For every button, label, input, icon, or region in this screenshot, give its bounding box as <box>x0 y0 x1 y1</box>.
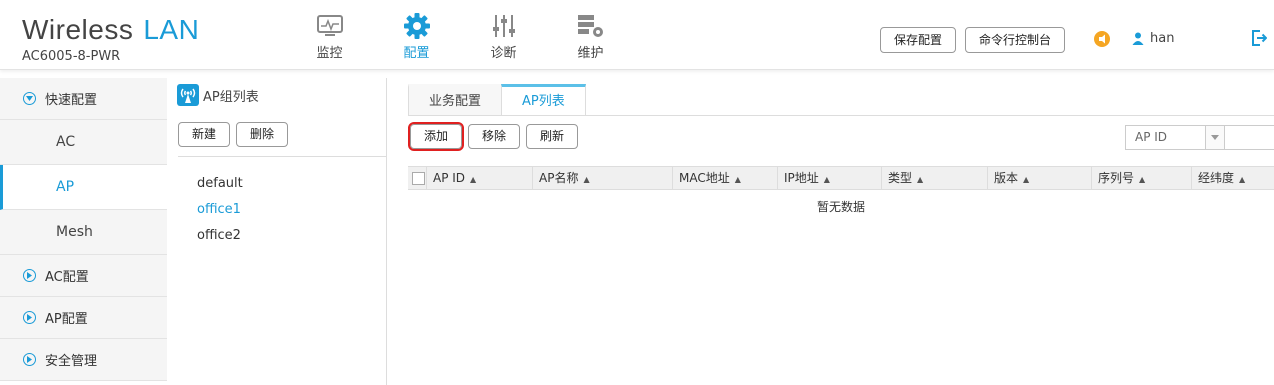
sort-up-icon: ▲ <box>470 175 477 184</box>
cli-console-button[interactable]: 命令行控制台 <box>965 27 1066 53</box>
sort-up-icon: ▲ <box>917 175 924 184</box>
nav-config-label: 配置 <box>403 46 430 61</box>
app-title: Wireless LAN <box>22 14 199 46</box>
app-title-accent: LAN <box>143 14 200 45</box>
user-menu[interactable]: han <box>1132 31 1174 46</box>
column-type[interactable]: 类型 ▲ <box>881 167 987 189</box>
table-header: AP ID ▲ AP名称 ▲ MAC地址 ▲ IP地址 ▲ 类型 ▲ 版本 ▲ 序列号 ▲ 经… <box>408 166 1274 190</box>
nav-monitor-label: 监控 <box>316 46 343 61</box>
sort-up-icon: ▲ <box>1139 175 1146 184</box>
sort-up-icon: ▲ <box>1239 175 1246 184</box>
sidebar-item-ap[interactable]: AP <box>0 165 167 210</box>
ap-group-header: AP组列表 <box>177 84 259 106</box>
sidebar-security[interactable]: 安全管理 <box>0 339 167 381</box>
sort-up-icon: ▲ <box>583 175 590 184</box>
sidebar-item-mesh[interactable]: Mesh <box>0 210 167 255</box>
notification-icon[interactable] <box>1094 31 1110 47</box>
brand: Wireless LAN AC6005-8-PWR <box>22 14 199 64</box>
user-icon <box>1132 32 1144 45</box>
tab-service-config[interactable]: 业务配置 <box>408 84 503 115</box>
tab-bar: 业务配置 AP列表 <box>408 84 586 115</box>
sort-up-icon: ▲ <box>1023 175 1030 184</box>
column-ip[interactable]: IP地址 ▲ <box>777 167 881 189</box>
sidebar-security-label: 安全管理 <box>45 354 98 369</box>
chevron-down-icon <box>23 92 36 105</box>
filter-field-select[interactable]: AP ID <box>1125 125 1205 150</box>
gear-icon <box>373 12 460 40</box>
refresh-button[interactable]: 刷新 <box>526 124 579 149</box>
sort-up-icon: ▲ <box>823 175 830 184</box>
nav-monitor[interactable]: 监控 <box>286 12 373 61</box>
column-serial-label: 序列号 <box>1098 171 1135 185</box>
nav-diagnose-label: 诊断 <box>490 46 517 61</box>
column-type-label: 类型 <box>888 171 913 185</box>
main-content: 业务配置 AP列表 添加 移除 刷新 AP ID AP ID ▲ AP名称 ▲ MA… <box>388 78 1274 385</box>
column-ap-id-label: AP ID <box>433 171 466 185</box>
left-sidebar: 快速配置 AC AP Mesh AC配置 AP配置 安全管理 <box>0 78 167 385</box>
column-version-label: 版本 <box>994 171 1019 185</box>
nav-maintain-label: 维护 <box>577 46 604 61</box>
sidebar-ap-config[interactable]: AP配置 <box>0 297 167 339</box>
chevron-right-icon <box>23 311 36 324</box>
column-coordinates-label: 经纬度 <box>1198 171 1235 185</box>
column-mac[interactable]: MAC地址 ▲ <box>672 167 777 189</box>
chevron-down-icon[interactable] <box>1205 125 1225 150</box>
select-all-checkbox[interactable] <box>412 172 425 185</box>
column-ap-name[interactable]: AP名称 ▲ <box>532 167 672 189</box>
device-model: AC6005-8-PWR <box>22 49 121 64</box>
divider <box>408 115 1274 116</box>
sidebar-quick-config-label: 快速配置 <box>45 93 98 108</box>
chevron-right-icon <box>23 353 36 366</box>
remove-ap-button[interactable]: 移除 <box>468 124 521 149</box>
ap-list-toolbar: 添加 移除 刷新 <box>407 122 579 151</box>
monitor-icon <box>286 12 373 40</box>
wireless-ap-icon <box>177 84 199 106</box>
ap-group-title: AP组列表 <box>203 89 259 105</box>
group-item-office2[interactable]: office2 <box>197 226 243 252</box>
sidebar-ac-config[interactable]: AC配置 <box>0 255 167 297</box>
save-config-button[interactable]: 保存配置 <box>880 27 957 53</box>
server-gear-icon <box>547 12 634 40</box>
ap-group-list: default office1 office2 <box>197 174 243 252</box>
sidebar-ac-config-label: AC配置 <box>45 270 89 285</box>
column-mac-label: MAC地址 <box>679 171 730 185</box>
empty-table-message: 暂无数据 <box>816 200 865 214</box>
tab-ap-list[interactable]: AP列表 <box>501 84 586 115</box>
divider <box>178 156 386 157</box>
search-input[interactable] <box>1225 125 1274 150</box>
ap-group-panel: AP组列表 新建 删除 default office1 office2 <box>167 78 387 385</box>
sidebar-quick-config[interactable]: 快速配置 <box>0 78 167 120</box>
nav-diagnose[interactable]: 诊断 <box>460 12 547 61</box>
delete-group-button[interactable]: 删除 <box>236 122 289 147</box>
group-item-office1[interactable]: office1 <box>197 200 243 226</box>
column-ap-name-label: AP名称 <box>539 171 579 185</box>
column-version[interactable]: 版本 ▲ <box>987 167 1091 189</box>
add-ap-button[interactable]: 添加 <box>407 122 465 151</box>
sliders-icon <box>460 12 547 40</box>
nav-config[interactable]: 配置 <box>373 12 460 61</box>
chevron-right-icon <box>23 269 36 282</box>
search-filter: AP ID <box>1125 125 1274 150</box>
column-ip-label: IP地址 <box>784 171 819 185</box>
column-coordinates[interactable]: 经纬度 ▲ <box>1191 167 1274 189</box>
ap-group-toolbar: 新建 删除 <box>178 122 289 147</box>
column-serial[interactable]: 序列号 ▲ <box>1091 167 1191 189</box>
username: han <box>1150 31 1175 46</box>
top-header: Wireless LAN AC6005-8-PWR 监控 配置 诊断 维护 保存… <box>0 0 1274 70</box>
sort-up-icon: ▲ <box>734 175 741 184</box>
sidebar-item-ac[interactable]: AC <box>0 120 167 165</box>
group-item-default[interactable]: default <box>197 174 243 200</box>
main-nav: 监控 配置 诊断 维护 <box>286 12 634 61</box>
sidebar-ap-config-label: AP配置 <box>45 312 88 327</box>
logout-icon[interactable] <box>1251 30 1268 50</box>
new-group-button[interactable]: 新建 <box>178 122 231 147</box>
nav-maintain[interactable]: 维护 <box>547 12 634 61</box>
app-title-text: Wireless <box>22 14 134 45</box>
